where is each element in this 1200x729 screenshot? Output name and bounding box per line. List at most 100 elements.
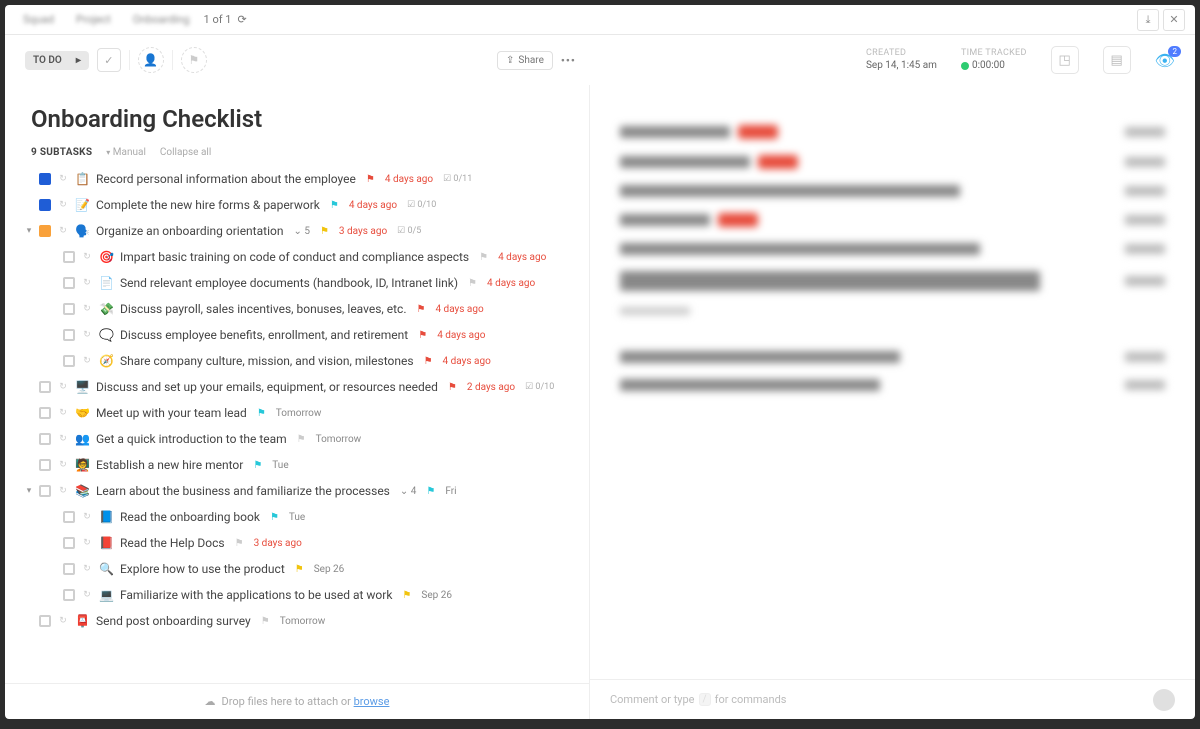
due-date[interactable]: 3 days ago bbox=[339, 226, 387, 237]
due-date[interactable]: 4 days ago bbox=[498, 252, 546, 263]
attachment-drop-zone[interactable]: ☁ Drop files here to attach or browse bbox=[5, 683, 589, 719]
status-checkbox[interactable] bbox=[63, 251, 75, 263]
priority-flag-icon[interactable]: ⚑ bbox=[416, 304, 425, 315]
priority-flag-icon[interactable]: ⚑ bbox=[253, 460, 262, 471]
task-name[interactable]: Discuss and set up your emails, equipmen… bbox=[96, 380, 438, 394]
task-row[interactable]: ↻📄Send relevant employee documents (hand… bbox=[25, 270, 579, 296]
refresh-icon[interactable]: ⟳ bbox=[237, 13, 246, 26]
task-name[interactable]: Share company culture, mission, and visi… bbox=[120, 354, 414, 368]
subtask-toggle-icon[interactable]: ▾ bbox=[25, 486, 33, 496]
browse-link[interactable]: browse bbox=[354, 695, 390, 708]
priority-flag-icon[interactable]: ⚑ bbox=[295, 564, 304, 575]
task-name[interactable]: Explore how to use the product bbox=[120, 562, 285, 576]
task-row[interactable]: ↻📋Record personal information about the … bbox=[25, 166, 579, 192]
due-date[interactable]: Tomorrow bbox=[276, 408, 322, 419]
task-row[interactable]: ↻📕Read the Help Docs⚑3 days ago bbox=[25, 530, 579, 556]
share-button[interactable]: ⇪ Share bbox=[497, 51, 553, 70]
minimize-icon[interactable]: ⤓ bbox=[1137, 9, 1159, 31]
due-date[interactable]: Tomorrow bbox=[316, 434, 362, 445]
task-name[interactable]: Familiarize with the applications to be … bbox=[120, 588, 392, 602]
status-checkbox[interactable] bbox=[63, 277, 75, 289]
priority-flag-icon[interactable]: ⚑ bbox=[366, 174, 375, 185]
status-checkbox[interactable] bbox=[39, 225, 51, 237]
breadcrumb-item[interactable]: Onboarding bbox=[125, 11, 198, 28]
task-list[interactable]: ↻📋Record personal information about the … bbox=[5, 162, 589, 683]
note-icon[interactable]: ▤ bbox=[1103, 46, 1131, 74]
status-checkbox[interactable] bbox=[39, 615, 51, 627]
task-name[interactable]: Send relevant employee documents (handbo… bbox=[120, 276, 458, 290]
assignee-add-icon[interactable]: 👤 bbox=[138, 47, 164, 73]
priority-flag-icon[interactable]: ⚑ bbox=[235, 538, 244, 549]
task-name[interactable]: Discuss payroll, sales incentives, bonus… bbox=[120, 302, 407, 316]
due-date[interactable]: 2 days ago bbox=[467, 382, 515, 393]
task-row[interactable]: ↻📝Complete the new hire forms & paperwor… bbox=[25, 192, 579, 218]
send-button[interactable] bbox=[1153, 689, 1175, 711]
priority-flag-icon[interactable]: ⚑ bbox=[181, 47, 207, 73]
watchers-icon[interactable]: 👁 bbox=[1155, 51, 1175, 70]
task-row[interactable]: ▾↻🗣️Organize an onboarding orientation⌄ … bbox=[25, 218, 579, 244]
breadcrumb-item[interactable]: Squad bbox=[15, 11, 62, 28]
status-checkbox[interactable] bbox=[63, 589, 75, 601]
task-row[interactable]: ↻👥Get a quick introduction to the team⚑T… bbox=[25, 426, 579, 452]
priority-flag-icon[interactable]: ⚑ bbox=[418, 330, 427, 341]
status-checkbox[interactable] bbox=[39, 381, 51, 393]
status-checkbox[interactable] bbox=[39, 199, 51, 211]
task-name[interactable]: Establish a new hire mentor bbox=[96, 458, 243, 472]
status-checkbox[interactable] bbox=[39, 459, 51, 471]
task-name[interactable]: Learn about the business and familiarize… bbox=[96, 484, 390, 498]
priority-flag-icon[interactable]: ⚑ bbox=[424, 356, 433, 367]
task-name[interactable]: Read the onboarding book bbox=[120, 510, 260, 524]
task-row[interactable]: ▾↻📚Learn about the business and familiar… bbox=[25, 478, 579, 504]
close-icon[interactable]: ✕ bbox=[1163, 9, 1185, 31]
priority-flag-icon[interactable]: ⚑ bbox=[270, 512, 279, 523]
task-name[interactable]: Get a quick introduction to the team bbox=[96, 432, 287, 446]
due-date[interactable]: 4 days ago bbox=[437, 330, 485, 341]
status-checkbox[interactable] bbox=[63, 563, 75, 575]
priority-flag-icon[interactable]: ⚑ bbox=[261, 616, 270, 627]
task-row[interactable]: ↻🔍Explore how to use the product⚑Sep 26 bbox=[25, 556, 579, 582]
task-name[interactable]: Discuss employee benefits, enrollment, a… bbox=[120, 328, 408, 342]
breadcrumb-item[interactable]: Project bbox=[68, 11, 119, 28]
task-name[interactable]: Organize an onboarding orientation bbox=[96, 224, 284, 238]
page-title[interactable]: Onboarding Checklist bbox=[31, 105, 563, 133]
task-row[interactable]: ↻📮Send post onboarding survey⚑Tomorrow bbox=[25, 608, 579, 634]
priority-flag-icon[interactable]: ⚑ bbox=[320, 226, 329, 237]
status-dropdown[interactable]: TO DO ▸ bbox=[25, 51, 89, 70]
due-date[interactable]: Sep 26 bbox=[314, 564, 345, 575]
task-row[interactable]: ↻💻Familiarize with the applications to b… bbox=[25, 582, 579, 608]
priority-flag-icon[interactable]: ⚑ bbox=[479, 252, 488, 263]
status-checkbox[interactable] bbox=[39, 173, 51, 185]
task-row[interactable]: ↻🎯Impart basic training on code of condu… bbox=[25, 244, 579, 270]
due-date[interactable]: Tue bbox=[289, 512, 305, 523]
task-name[interactable]: Impart basic training on code of conduct… bbox=[120, 250, 469, 264]
task-row[interactable]: ↻🤝Meet up with your team lead⚑Tomorrow bbox=[25, 400, 579, 426]
task-row[interactable]: ↻🧭Share company culture, mission, and vi… bbox=[25, 348, 579, 374]
due-date[interactable]: Fri bbox=[445, 486, 456, 497]
status-checkbox[interactable] bbox=[63, 355, 75, 367]
priority-flag-icon[interactable]: ⚑ bbox=[257, 408, 266, 419]
sort-manual[interactable]: ▾ Manual bbox=[106, 147, 146, 158]
due-date[interactable]: Sep 26 bbox=[421, 590, 452, 601]
status-checkbox[interactable] bbox=[63, 329, 75, 341]
task-row[interactable]: ↻🗨️Discuss employee benefits, enrollment… bbox=[25, 322, 579, 348]
task-name[interactable]: Meet up with your team lead bbox=[96, 406, 247, 420]
task-name[interactable]: Record personal information about the em… bbox=[96, 172, 356, 186]
priority-flag-icon[interactable]: ⚑ bbox=[330, 200, 339, 211]
subtask-toggle-icon[interactable]: ▾ bbox=[25, 226, 33, 236]
task-row[interactable]: ↻🖥️Discuss and set up your emails, equip… bbox=[25, 374, 579, 400]
status-checkbox[interactable] bbox=[63, 303, 75, 315]
due-date[interactable]: 4 days ago bbox=[385, 174, 433, 185]
due-date[interactable]: Tue bbox=[272, 460, 288, 471]
priority-flag-icon[interactable]: ⚑ bbox=[402, 590, 411, 601]
task-name[interactable]: Send post onboarding survey bbox=[96, 614, 251, 628]
due-date[interactable]: 3 days ago bbox=[254, 538, 302, 549]
timer-icon[interactable]: ◳ bbox=[1051, 46, 1079, 74]
status-checkbox[interactable] bbox=[39, 485, 51, 497]
priority-flag-icon[interactable]: ⚑ bbox=[426, 486, 435, 497]
collapse-all[interactable]: Collapse all bbox=[160, 147, 211, 158]
task-row[interactable]: ↻🧑‍🏫Establish a new hire mentor⚑Tue bbox=[25, 452, 579, 478]
priority-flag-icon[interactable]: ⚑ bbox=[297, 434, 306, 445]
task-row[interactable]: ↻📘Read the onboarding book⚑Tue bbox=[25, 504, 579, 530]
due-date[interactable]: Tomorrow bbox=[280, 616, 326, 627]
more-menu-icon[interactable]: ••• bbox=[561, 54, 576, 67]
